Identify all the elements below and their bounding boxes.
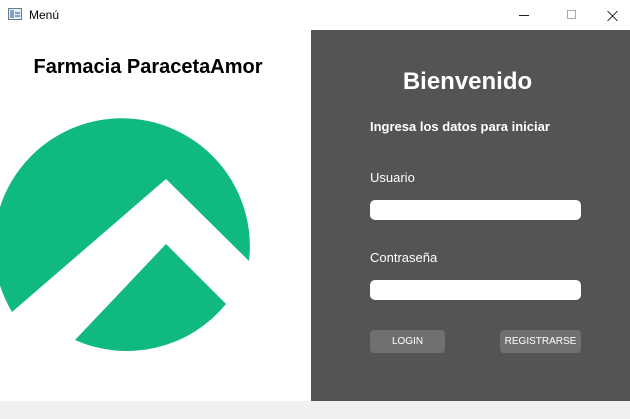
app-window-icon xyxy=(8,8,22,20)
register-button[interactable]: REGISTRARSE xyxy=(500,330,581,353)
logo-upper-shape xyxy=(0,118,250,312)
title-bar: Menú xyxy=(0,0,630,30)
password-field[interactable] xyxy=(370,280,581,300)
username-field[interactable] xyxy=(370,200,581,220)
window-title: Menú xyxy=(29,8,60,22)
close-button[interactable] xyxy=(590,0,630,30)
login-subtitle: Ingresa los datos para iniciar xyxy=(370,119,550,134)
login-panel: Bienvenido Ingresa los datos para inicia… xyxy=(311,30,630,401)
logo-lower-shape xyxy=(75,244,226,351)
login-button[interactable]: LOGIN xyxy=(370,330,445,353)
pharmacy-name: Farmacia ParacetaAmor xyxy=(33,56,263,78)
minimize-button[interactable] xyxy=(502,0,546,30)
brand-panel: Farmacia ParacetaAmor xyxy=(0,30,311,401)
username-label: Usuario xyxy=(370,170,415,185)
welcome-heading: Bienvenido xyxy=(402,68,533,95)
green-circle-mountain-logo xyxy=(0,118,250,351)
password-label: Contraseña xyxy=(370,250,438,265)
maximize-button[interactable] xyxy=(548,0,592,30)
